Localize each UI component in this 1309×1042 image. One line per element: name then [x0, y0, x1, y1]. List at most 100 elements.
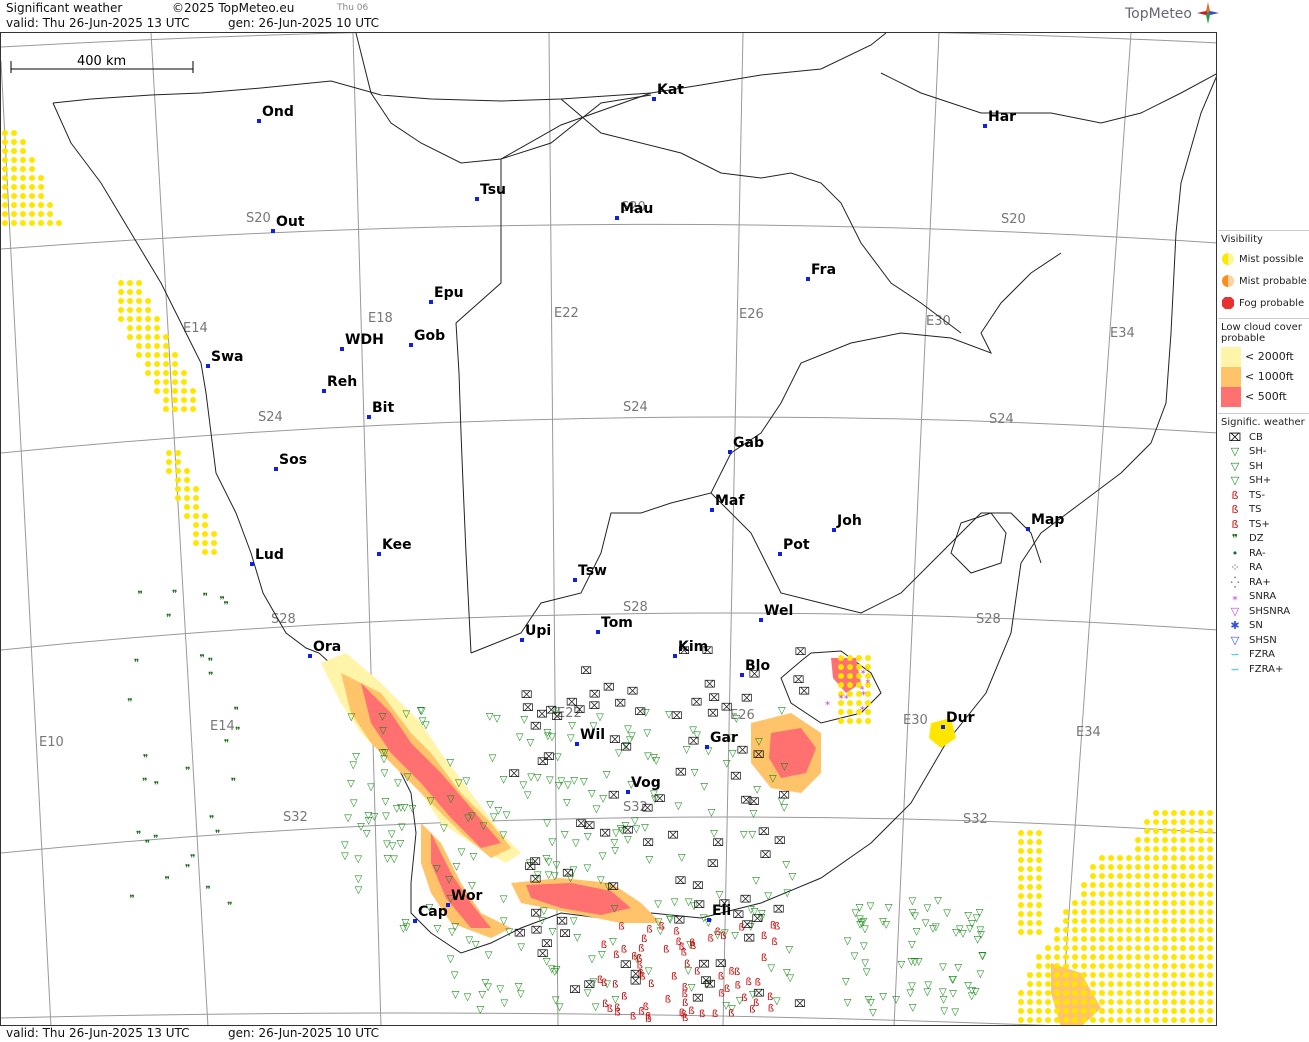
mist-dot [1054, 954, 1060, 960]
shower-icon: ▽ [764, 891, 772, 902]
mist-dot [184, 495, 190, 501]
mist-dot [1117, 1008, 1123, 1014]
weather-map[interactable]: S20 S20 S20 S24 S24 S24 S28 S28 S28 S32 … [0, 32, 1217, 1026]
mist-dot [11, 130, 17, 136]
city-label[interactable]: Tsu [480, 182, 506, 198]
mist-dot [1153, 855, 1159, 861]
mist-dot [1027, 1008, 1033, 1014]
city-label[interactable]: Joh [837, 513, 862, 529]
drizzle-icon: ❞ [172, 589, 177, 600]
mist-dot [1180, 819, 1186, 825]
legend-sigwx-row: ▽ SHSNRA [1221, 604, 1309, 619]
shower-icon: ▽ [954, 962, 962, 973]
city-label[interactable]: Gob [414, 328, 445, 344]
mist-dot [1081, 927, 1087, 933]
city-label[interactable]: Vog [631, 775, 661, 791]
city-label[interactable]: Kim [678, 639, 708, 655]
mist-dot [1117, 972, 1123, 978]
shower-icon: ▽ [553, 860, 561, 871]
mist-dot [1072, 963, 1078, 969]
mist-dot [1162, 918, 1168, 924]
mist-dot [1162, 1017, 1168, 1023]
city-label[interactable]: Out [276, 214, 305, 230]
shower-icon: ▽ [781, 762, 789, 773]
cb-icon: ⌧ [671, 711, 683, 722]
mist-dot [1036, 893, 1042, 899]
mist-dot [1144, 1008, 1150, 1014]
mist-dot [38, 202, 44, 208]
mist-dot [1180, 981, 1186, 987]
mist-dot [1180, 909, 1186, 915]
city-label[interactable]: Reh [327, 374, 357, 390]
city-dot [429, 300, 433, 304]
city-label[interactable]: Ora [313, 639, 341, 655]
lowcloud-swatches [1221, 347, 1241, 407]
mist-dot [1180, 936, 1186, 942]
mist-dot [163, 361, 169, 367]
mist-dot [1180, 990, 1186, 996]
mist-dot [1207, 891, 1213, 897]
shower-icon: ▽ [543, 818, 551, 829]
city-label[interactable]: Eli [712, 903, 731, 919]
mist-dot [190, 406, 196, 412]
city-label[interactable]: Fra [811, 262, 836, 278]
city-label[interactable]: WDH [345, 332, 384, 348]
city-label[interactable]: Map [1031, 512, 1064, 528]
mist-dot [865, 700, 871, 706]
mist-dot [1108, 855, 1114, 861]
shower-icon: ▽ [785, 945, 793, 956]
city-label[interactable]: Bit [372, 400, 394, 416]
shower-icon: ▽ [486, 799, 494, 810]
city-label[interactable]: Kee [382, 537, 412, 553]
city-label[interactable]: Lud [255, 547, 284, 563]
city-label[interactable]: Mau [620, 201, 653, 217]
shower-icon: ▽ [624, 724, 632, 735]
legend-label: FZRA [1249, 649, 1275, 661]
city-label[interactable]: Dur [946, 710, 975, 726]
shower-icon: ▽ [940, 1006, 948, 1017]
drizzle-icon: ❞ [154, 781, 159, 792]
shower-icon: ▽ [452, 990, 460, 1001]
legend-label: CB [1249, 431, 1263, 443]
city-label[interactable]: Wil [580, 727, 605, 743]
drizzle-icon: ❞ [136, 830, 141, 841]
city-label[interactable]: Gab [733, 435, 764, 451]
mist-dot [184, 486, 190, 492]
mist-dot [1162, 846, 1168, 852]
legend-label: RA+ [1249, 576, 1271, 588]
city-label[interactable]: Gar [710, 730, 738, 746]
mist-dot [1207, 873, 1213, 879]
legend-sigwx-row: ✱ SN [1221, 619, 1309, 634]
city-label[interactable]: Pot [783, 537, 810, 553]
mist-dot [172, 352, 178, 358]
mist-dot [1108, 990, 1114, 996]
city-label[interactable]: Kat [657, 82, 684, 98]
mist-dot [1036, 981, 1042, 987]
shower-icon: ▽ [972, 987, 980, 998]
city-label[interactable]: Swa [211, 349, 243, 365]
thunderstorm-icon: ß [630, 1012, 636, 1023]
mist-dot [1018, 1008, 1024, 1014]
city-label[interactable]: Ond [262, 104, 294, 120]
shower-icon: ▽ [674, 801, 682, 812]
city-label[interactable]: Wel [764, 603, 793, 619]
mist-dot [1081, 1008, 1087, 1014]
city-label[interactable]: Cap [418, 904, 448, 920]
mist-dot [127, 289, 133, 295]
city-label[interactable]: Tsw [578, 563, 607, 579]
city-label[interactable]: Blo [745, 658, 770, 674]
topmeteo-logo[interactable]: TopMeteo [1125, 2, 1219, 24]
city-label[interactable]: Maf [715, 493, 744, 509]
mist-dot [1144, 936, 1150, 942]
city-label[interactable]: Tom [601, 615, 633, 631]
mist-dot [1072, 999, 1078, 1005]
city-label[interactable]: Har [988, 109, 1016, 125]
city-label[interactable]: Wor [451, 888, 482, 904]
mist-dot [1036, 857, 1042, 863]
mist-dot [1072, 909, 1078, 915]
cb-icon: ⌧ [525, 862, 537, 873]
shower-icon: ▽ [778, 706, 786, 717]
city-label[interactable]: Upi [525, 623, 551, 639]
city-label[interactable]: Epu [434, 285, 464, 301]
city-label[interactable]: Sos [279, 452, 307, 468]
